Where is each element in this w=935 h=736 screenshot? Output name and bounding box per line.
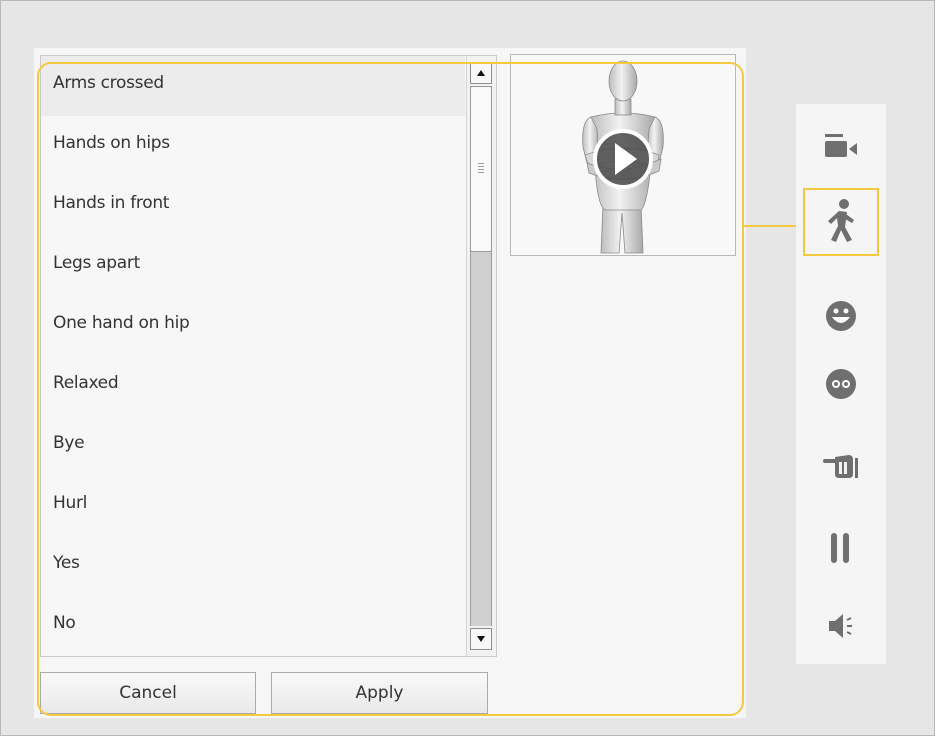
list-item-yes[interactable]: Yes [41,536,465,596]
speaker-icon [829,614,852,638]
scroll-down-button[interactable] [470,628,492,650]
pause-icon [831,533,849,563]
toolbar-gesture-button[interactable] [803,188,879,256]
list-item-bye[interactable]: Bye [41,416,465,476]
list-scrollbar[interactable] [466,56,496,656]
arrow-down-icon [477,636,485,642]
toolbar-eyes-button[interactable] [803,350,879,418]
scroll-up-button[interactable] [470,62,492,84]
list-item-hands-on-hips[interactable]: Hands on hips [41,116,465,176]
pointing-hand-icon [823,455,858,478]
camera-icon [825,134,857,157]
toolbar-pause-button[interactable] [803,514,879,582]
list-item-no[interactable]: No [41,596,465,656]
grip-line [478,169,484,170]
list-item-arms-crossed[interactable]: Arms crossed [41,56,465,116]
toolbar-camera-button[interactable] [803,112,879,180]
mannequin-figure [582,60,664,254]
cancel-button[interactable]: Cancel [40,672,256,714]
toolbar-speech-button[interactable] [803,592,879,660]
list-item-hurl[interactable]: Hurl [41,476,465,536]
list-item-legs-apart[interactable]: Legs apart [41,236,465,296]
gesture-preview[interactable] [510,54,736,256]
highlight-connector [744,225,804,227]
smiley-face-icon [826,301,856,331]
walking-person-icon [828,199,854,242]
list-item-relaxed[interactable]: Relaxed [41,356,465,416]
action-toolbar [796,104,886,664]
toolbar-point-button[interactable] [803,432,879,500]
list-item-one-hand-on-hip[interactable]: One hand on hip [41,296,465,356]
grip-line [478,172,484,173]
list-item-hands-in-front[interactable]: Hands in front [41,176,465,236]
gesture-list: Arms crossed Hands on hips Hands in fron… [41,56,465,656]
scrollbar-thumb[interactable] [470,86,492,252]
apply-button[interactable]: Apply [271,672,488,714]
gesture-listbox[interactable]: Arms crossed Hands on hips Hands in fron… [40,55,497,657]
eyes-face-icon [826,369,856,399]
grip-line [478,163,484,164]
grip-line [478,166,484,167]
toolbar-expression-button[interactable] [803,282,879,350]
arrow-up-icon [477,70,485,76]
